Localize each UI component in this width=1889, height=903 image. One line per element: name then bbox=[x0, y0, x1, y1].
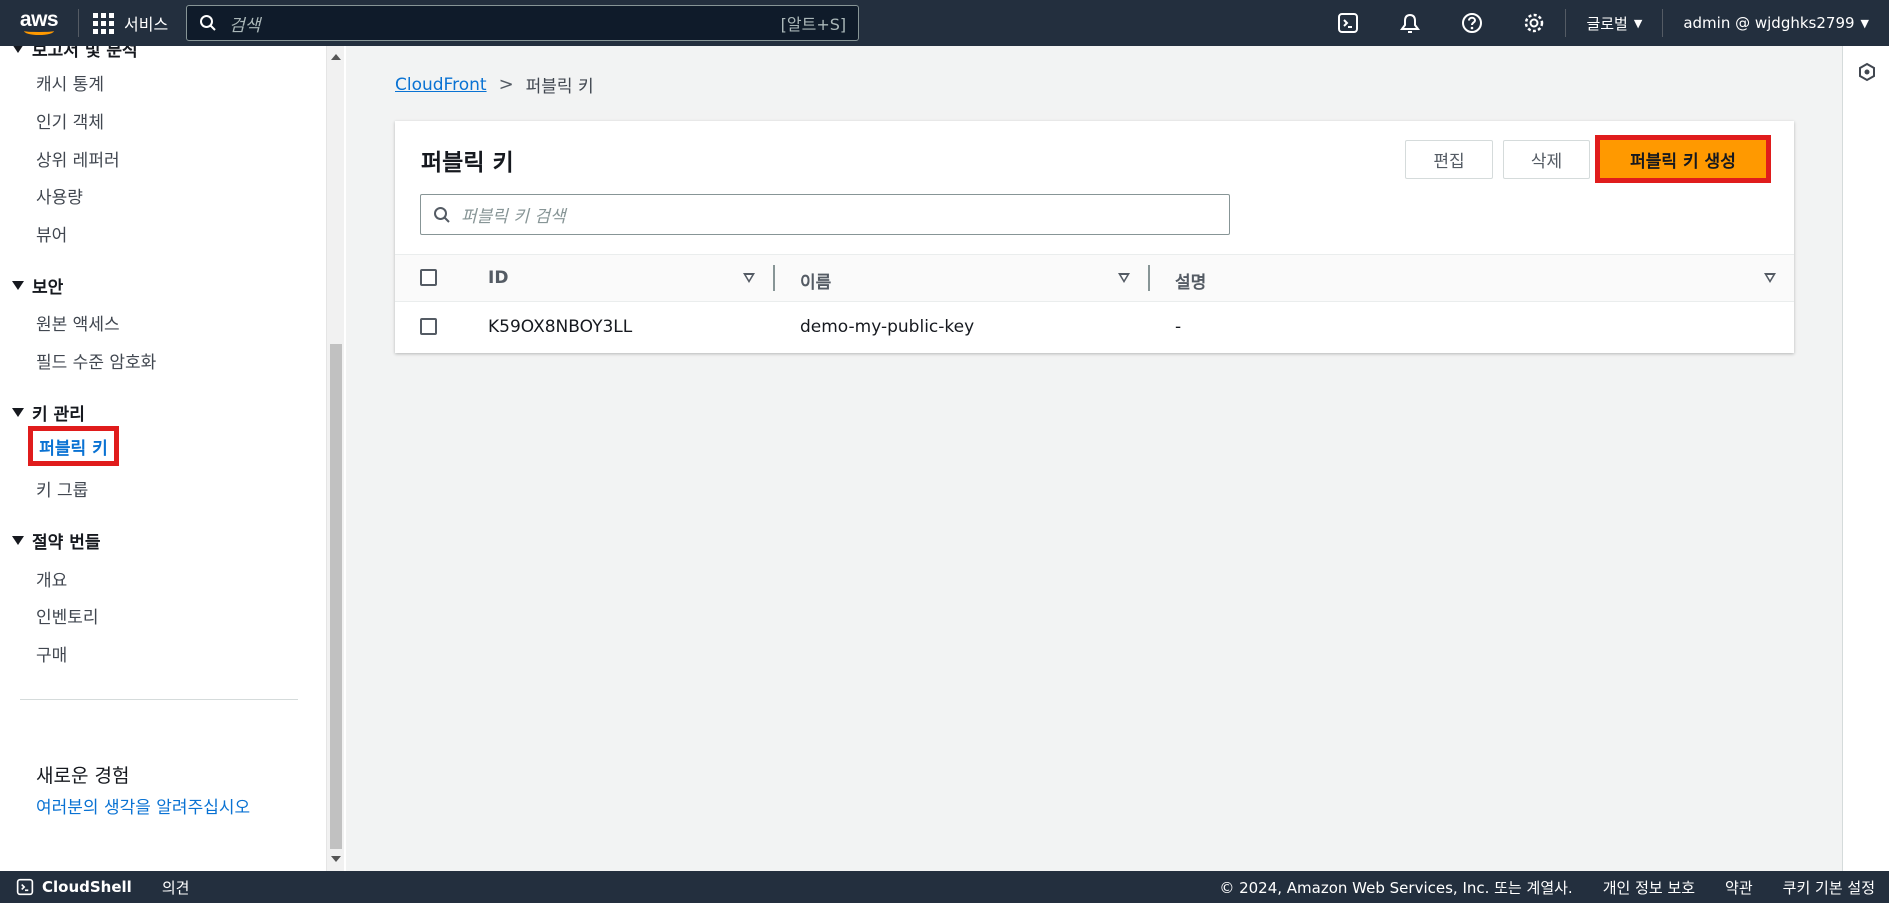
sort-icon[interactable] bbox=[743, 273, 755, 283]
cloudshell-icon bbox=[16, 878, 34, 896]
notifications-button[interactable] bbox=[1379, 0, 1441, 46]
sidebar-section-label: 절약 번들 bbox=[32, 533, 101, 553]
sidebar-item-top-referrers[interactable]: 상위 레퍼러 bbox=[36, 146, 120, 171]
delete-button[interactable]: 삭제 bbox=[1503, 140, 1590, 179]
column-resizer[interactable] bbox=[773, 265, 775, 291]
sidebar-item-overview[interactable]: 개요 bbox=[36, 566, 67, 591]
breadcrumb-current: 퍼블릭 키 bbox=[525, 77, 594, 97]
public-keys-panel: 퍼블릭 키 편집 삭제 퍼블릭 키 생성 퍼블릭 키 검색 ID 이름 설명 K… bbox=[395, 121, 1794, 353]
top-navigation: aws 서비스 검색 [알트+S] 글로벌 ▼ admin @ wjdghks2… bbox=[0, 0, 1889, 46]
aws-logo[interactable]: aws bbox=[10, 0, 68, 46]
sidebar-item-origin-access[interactable]: 원본 액세스 bbox=[36, 310, 120, 335]
sidebar-item-inventory[interactable]: 인벤토리 bbox=[36, 603, 99, 628]
sort-icon[interactable] bbox=[1118, 273, 1130, 283]
sidebar-section-label: 키 관리 bbox=[32, 405, 85, 425]
sidebar-section-reports[interactable]: 보고서 및 분석 bbox=[12, 46, 138, 61]
column-header-id[interactable]: ID bbox=[488, 268, 508, 288]
caret-down-icon bbox=[12, 46, 24, 53]
caret-down-icon bbox=[12, 408, 24, 417]
column-header-name[interactable]: 이름 bbox=[800, 268, 831, 293]
scrollbar-thumb[interactable] bbox=[330, 344, 342, 849]
footer-terms-link[interactable]: 약관 bbox=[1725, 877, 1753, 898]
new-experience-title: 새로운 경험 bbox=[36, 765, 130, 787]
services-menu-button[interactable]: 서비스 bbox=[93, 11, 168, 35]
info-panel-icon[interactable] bbox=[1857, 62, 1877, 82]
footer-privacy-link[interactable]: 개인 정보 보호 bbox=[1603, 877, 1695, 898]
footer-cloudshell-button[interactable]: CloudShell bbox=[16, 878, 132, 896]
cell-description: - bbox=[1175, 317, 1182, 337]
grid-icon bbox=[93, 12, 114, 34]
settings-button[interactable] bbox=[1503, 0, 1565, 46]
table-row[interactable]: K59OX8NBOY3LL demo-my-public-key - bbox=[395, 302, 1794, 353]
nav-divider bbox=[78, 9, 79, 37]
sidebar-item-viewers[interactable]: 뷰어 bbox=[36, 221, 67, 246]
footer-links: © 2024, Amazon Web Services, Inc. 또는 계열사… bbox=[1219, 871, 1875, 903]
row-checkbox[interactable] bbox=[420, 318, 437, 335]
search-placeholder: 퍼블릭 키 검색 bbox=[461, 207, 566, 227]
sidebar-section-security[interactable]: 보안 bbox=[12, 273, 63, 298]
services-label: 서비스 bbox=[124, 15, 169, 34]
breadcrumb-cloudfront-link[interactable]: CloudFront bbox=[395, 75, 487, 95]
region-selector[interactable]: 글로벌 ▼ bbox=[1566, 13, 1662, 34]
nav-right-group: 글로벌 ▼ admin @ wjdghks2799 ▼ bbox=[1317, 0, 1889, 46]
column-resizer[interactable] bbox=[1148, 265, 1150, 291]
scroll-up-icon[interactable] bbox=[331, 54, 341, 60]
caret-down-icon: ▼ bbox=[1860, 16, 1869, 30]
sidebar-item-usage[interactable]: 사용량 bbox=[36, 183, 83, 208]
create-public-key-button[interactable]: 퍼블릭 키 생성 bbox=[1600, 140, 1766, 178]
public-key-search-input[interactable]: 퍼블릭 키 검색 bbox=[420, 194, 1230, 235]
search-placeholder: 검색 bbox=[229, 15, 261, 36]
help-button[interactable] bbox=[1441, 0, 1503, 46]
account-menu[interactable]: admin @ wjdghks2799 ▼ bbox=[1663, 14, 1889, 32]
page-title: 퍼블릭 키 bbox=[421, 150, 514, 176]
table-header: ID 이름 설명 bbox=[395, 254, 1794, 302]
footer-feedback-link[interactable]: 의견 bbox=[162, 877, 190, 898]
create-button-highlight: 퍼블릭 키 생성 bbox=[1595, 135, 1771, 183]
bell-icon bbox=[1400, 13, 1421, 33]
sidebar-item-cache-stats[interactable]: 캐시 통계 bbox=[36, 70, 104, 95]
select-all-checkbox[interactable] bbox=[420, 269, 437, 286]
gear-icon bbox=[1525, 13, 1544, 33]
caret-down-icon bbox=[12, 536, 24, 545]
sidebar-item-public-keys[interactable]: 퍼블릭 키 bbox=[28, 426, 119, 466]
sidebar-scrollbar[interactable] bbox=[326, 46, 344, 871]
chevron-right-icon: > bbox=[498, 74, 514, 95]
caret-down-icon bbox=[12, 281, 24, 290]
cell-name: demo-my-public-key bbox=[800, 317, 975, 337]
sidebar-section-label: 보고서 및 분석 bbox=[32, 46, 138, 61]
search-icon bbox=[434, 206, 450, 223]
right-tools-rail bbox=[1842, 46, 1889, 871]
region-label: 글로벌 bbox=[1586, 14, 1628, 33]
global-search-input[interactable]: 검색 [알트+S] bbox=[186, 5, 860, 41]
footer-cookies-link[interactable]: 쿠키 기본 설정 bbox=[1783, 877, 1875, 898]
search-shortcut-hint: [알트+S] bbox=[780, 15, 847, 34]
footer-cloudshell-label: CloudShell bbox=[42, 878, 132, 896]
feedback-link[interactable]: 여러분의 생각을 알려주십시오 bbox=[36, 793, 250, 818]
caret-down-icon: ▼ bbox=[1633, 16, 1643, 30]
sidebar-item-key-groups[interactable]: 키 그룹 bbox=[36, 476, 88, 501]
sidebar-section-savings-bundle[interactable]: 절약 번들 bbox=[12, 528, 100, 553]
aws-smile-icon bbox=[24, 27, 54, 35]
sidebar-item-purchase[interactable]: 구매 bbox=[36, 641, 67, 666]
breadcrumb: CloudFront > 퍼블릭 키 bbox=[395, 72, 594, 97]
scroll-down-icon[interactable] bbox=[331, 856, 341, 862]
footer-copyright: © 2024, Amazon Web Services, Inc. 또는 계열사… bbox=[1219, 878, 1573, 897]
side-navigation: 보고서 및 분석 캐시 통계 인기 객체 상위 레퍼러 사용량 뷰어 보안 원본… bbox=[0, 46, 346, 871]
footer: CloudShell 의견 © 2024, Amazon Web Service… bbox=[0, 871, 1889, 903]
sort-icon[interactable] bbox=[1764, 273, 1776, 283]
cloudshell-button[interactable] bbox=[1317, 0, 1379, 46]
column-header-description[interactable]: 설명 bbox=[1175, 268, 1206, 293]
cell-id: K59OX8NBOY3LL bbox=[488, 317, 633, 337]
cloudshell-icon bbox=[1338, 13, 1359, 33]
sidebar-section-key-management[interactable]: 키 관리 bbox=[12, 400, 85, 425]
sidebar-item-field-level-encryption[interactable]: 필드 수준 암호화 bbox=[36, 348, 156, 373]
sidebar-section-label: 보안 bbox=[32, 278, 64, 298]
help-icon bbox=[1462, 13, 1483, 33]
sidebar-item-popular-objects[interactable]: 인기 객체 bbox=[36, 108, 104, 133]
account-label: admin @ wjdghks2799 bbox=[1683, 14, 1855, 32]
sidebar-divider bbox=[20, 699, 298, 700]
edit-button[interactable]: 편집 bbox=[1405, 140, 1493, 179]
search-icon bbox=[200, 15, 216, 31]
